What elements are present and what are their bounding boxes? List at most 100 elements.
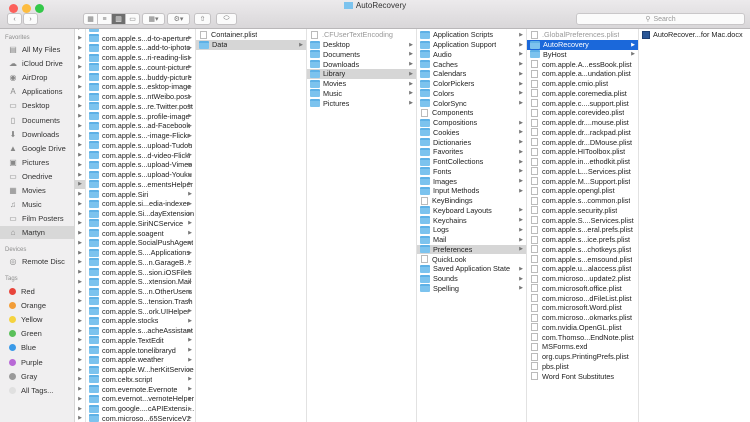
search-field[interactable]: ⚲ Search — [576, 13, 745, 25]
list-item[interactable]: com.apple.opengl.plist — [527, 186, 638, 196]
list-item[interactable]: com.evernot...vernoteHelper ▶ — [86, 394, 195, 404]
sidebar-item-green[interactable]: Green — [0, 327, 74, 340]
sidebar-item-documents[interactable]: ▯ Documents — [0, 114, 74, 127]
list-item[interactable]: com.apple.soagent ▶ — [86, 228, 195, 238]
list-item[interactable]: com.apple.s...esktop-image ▶ — [86, 82, 195, 92]
list-item[interactable]: com.apple.si...edia-indexer ▶ — [86, 199, 195, 209]
list-item[interactable]: com.apple.Siri ▶ — [86, 189, 195, 199]
list-item[interactable]: com.evernote.Evernote ▶ — [86, 384, 195, 394]
column-row[interactable]: ▶ — [75, 228, 85, 238]
column-row[interactable]: ▶ — [75, 43, 85, 53]
list-item[interactable]: Data ▶ — [196, 39, 306, 50]
forward-button[interactable]: › — [23, 13, 38, 25]
list-item[interactable]: FontCollections ▶ — [417, 157, 526, 167]
list-item[interactable]: com.apple.s...-image-Flickr ▶ — [86, 131, 195, 141]
list-item[interactable]: com.apple.s...acheAssistant ▶ — [86, 326, 195, 336]
column-row[interactable]: ▶ — [75, 199, 85, 209]
list-item[interactable]: Caches ▶ — [417, 59, 526, 69]
cover-flow-view-button[interactable]: ▭ — [126, 14, 139, 24]
sidebar-item-applications[interactable]: A Applications — [0, 85, 74, 98]
column-2[interactable]: ▶com.apple.s...d-to-aperture▶com.apple.s… — [86, 29, 196, 422]
list-item[interactable]: com.apple.corevideo.plist — [527, 108, 638, 118]
list-item[interactable]: com.apple.s...ad-Facebook ▶ — [86, 121, 195, 131]
tag-button[interactable]: ⬭ — [216, 13, 237, 25]
list-item[interactable]: com.apple.A...essBook.plist — [527, 59, 638, 69]
list-item[interactable]: com.nvidia.OpenGL.plist — [527, 323, 638, 333]
list-item[interactable]: AutoRecover...for Mac.docx — [639, 30, 750, 40]
column-row[interactable]: ▶ — [75, 111, 85, 121]
sidebar-item-film-posters[interactable]: ▭ Film Posters — [0, 212, 74, 225]
icon-view-button[interactable]: ▦ — [84, 14, 98, 24]
list-item[interactable]: com.apple.s...eral.prefs.plist — [527, 225, 638, 235]
column-row[interactable]: ▶ — [75, 63, 85, 73]
sidebar-item-blue[interactable]: Blue — [0, 341, 74, 354]
list-item[interactable]: Input Methods ▶ — [417, 186, 526, 196]
column-row[interactable]: ▶ — [75, 72, 85, 82]
list-item[interactable]: Keychains ▶ — [417, 215, 526, 225]
column-row[interactable]: ▶ — [75, 414, 85, 422]
list-item[interactable]: Keyboard Layouts ▶ — [417, 206, 526, 216]
column-row[interactable]: ▶ — [75, 92, 85, 102]
list-item[interactable]: com.apple.s...d-to-aperture ▶ — [86, 33, 195, 43]
sidebar-item-google-drive[interactable]: ▲ Google Drive — [0, 142, 74, 155]
list-item[interactable]: Word Font Substitutes — [527, 371, 638, 381]
list-item[interactable]: ColorSync ▶ — [417, 98, 526, 108]
sidebar-item-music[interactable]: ♫ Music — [0, 198, 74, 211]
list-item[interactable]: com.apple.S....Services.plist — [527, 215, 638, 225]
column-row[interactable]: ▶ — [75, 209, 85, 219]
column-row[interactable]: ▶ — [75, 365, 85, 375]
action-gear-button[interactable]: ⚙▾ — [167, 13, 190, 25]
list-item[interactable]: Images ▶ — [417, 176, 526, 186]
list-item[interactable]: com.apple.HIToolbox.plist — [527, 147, 638, 157]
column-row[interactable]: ▶ — [75, 179, 85, 190]
column-row[interactable]: ▶ — [75, 141, 85, 151]
list-item[interactable]: Pictures ▶ — [307, 98, 416, 108]
list-item[interactable]: com.apple.S...n.GarageBand ▶ — [86, 258, 195, 268]
column-row[interactable]: ▶ — [75, 326, 85, 336]
list-item[interactable]: MSForms.exd — [527, 342, 638, 352]
list-item[interactable]: com.apple.s...profile-image ▶ — [86, 111, 195, 121]
list-item[interactable]: Music ▶ — [307, 89, 416, 99]
column-row[interactable]: ▶ — [75, 248, 85, 258]
column-row[interactable]: ▶ — [75, 82, 85, 92]
list-item[interactable]: com.microso...update2.plist — [527, 274, 638, 284]
list-item[interactable]: Compositions ▶ — [417, 118, 526, 128]
list-item[interactable]: com.apple.s...chotkeys.plist — [527, 245, 638, 255]
sidebar-item-all-tags[interactable]: All Tags... — [0, 384, 74, 397]
list-item[interactable]: pbs.plist — [527, 362, 638, 372]
list-item[interactable]: Spelling ▶ — [417, 284, 526, 294]
column-row[interactable]: ▶ — [75, 394, 85, 404]
column-1[interactable]: ▶ ▶ ▶ ▶ ▶ ▶ ▶ ▶ ▶ ▶ ▶ ▶ ▶ ▶ ▶ ▶ ▶ ▶ ▶ ▶ ▶ ▶ ▶ ▶ ▶ ▶ ▶ ▶ ▶ ▶ ▶ ▶ ▶ ▶ ▶ ▶ ▶ ▶ ▶ ▶… — [75, 29, 86, 422]
column-row[interactable]: ▶ — [75, 316, 85, 326]
list-item[interactable]: com.apple.s...count-picture ▶ — [86, 63, 195, 73]
list-item[interactable]: com.apple.security.plist — [527, 206, 638, 216]
column-row[interactable]: ▶ — [75, 404, 85, 414]
sidebar-item-pictures[interactable]: ▣ Pictures — [0, 156, 74, 169]
list-item[interactable]: Documents ▶ — [307, 50, 416, 60]
list-item[interactable]: .GlobalPreferences.plist — [527, 30, 638, 40]
column-row[interactable]: ▶ — [75, 170, 85, 180]
column-row[interactable]: ▶ — [75, 267, 85, 277]
arrange-button[interactable]: ▦▾ — [142, 13, 165, 25]
sidebar-item-martyn[interactable]: ⌂ Martyn — [0, 226, 74, 240]
sidebar-item-icloud-drive[interactable]: ☁ iCloud Drive — [0, 57, 74, 70]
sidebar-item-all-my-files[interactable]: ▤ All My Files — [0, 43, 74, 56]
column-row[interactable]: ▶ — [75, 29, 85, 33]
list-item[interactable]: com.apple.S...n.OtherUsers ▶ — [86, 287, 195, 297]
list-item[interactable]: com.apple.s...re.Twitter.post ▶ — [86, 102, 195, 112]
list-item[interactable]: com.apple.W...herKitService ▶ — [86, 365, 195, 375]
list-item[interactable]: Favorites ▶ — [417, 147, 526, 157]
list-item[interactable]: com.apple.c....support.plist — [527, 98, 638, 108]
sidebar-item-orange[interactable]: Orange — [0, 299, 74, 312]
list-item[interactable]: com.apple.s...upload-Tudou ▶ — [86, 141, 195, 151]
list-item[interactable]: Application Scripts ▶ — [417, 30, 526, 40]
list-item[interactable]: com.celtx.script ▶ — [86, 375, 195, 385]
list-item[interactable]: Colors ▶ — [417, 89, 526, 99]
column-6[interactable]: .GlobalPreferences.plist AutoRecovery ▶ ByH… — [527, 29, 639, 422]
list-item[interactable]: Cookies ▶ — [417, 128, 526, 138]
list-item[interactable]: com.apple.coremedia.plist — [527, 89, 638, 99]
list-item[interactable]: Saved Application State ▶ — [417, 264, 526, 274]
column-row[interactable]: ▶ — [75, 258, 85, 268]
list-item[interactable]: com.apple.SiriNCService ▶ — [86, 219, 195, 229]
list-item[interactable]: com.microso...dFileList.plist — [527, 293, 638, 303]
